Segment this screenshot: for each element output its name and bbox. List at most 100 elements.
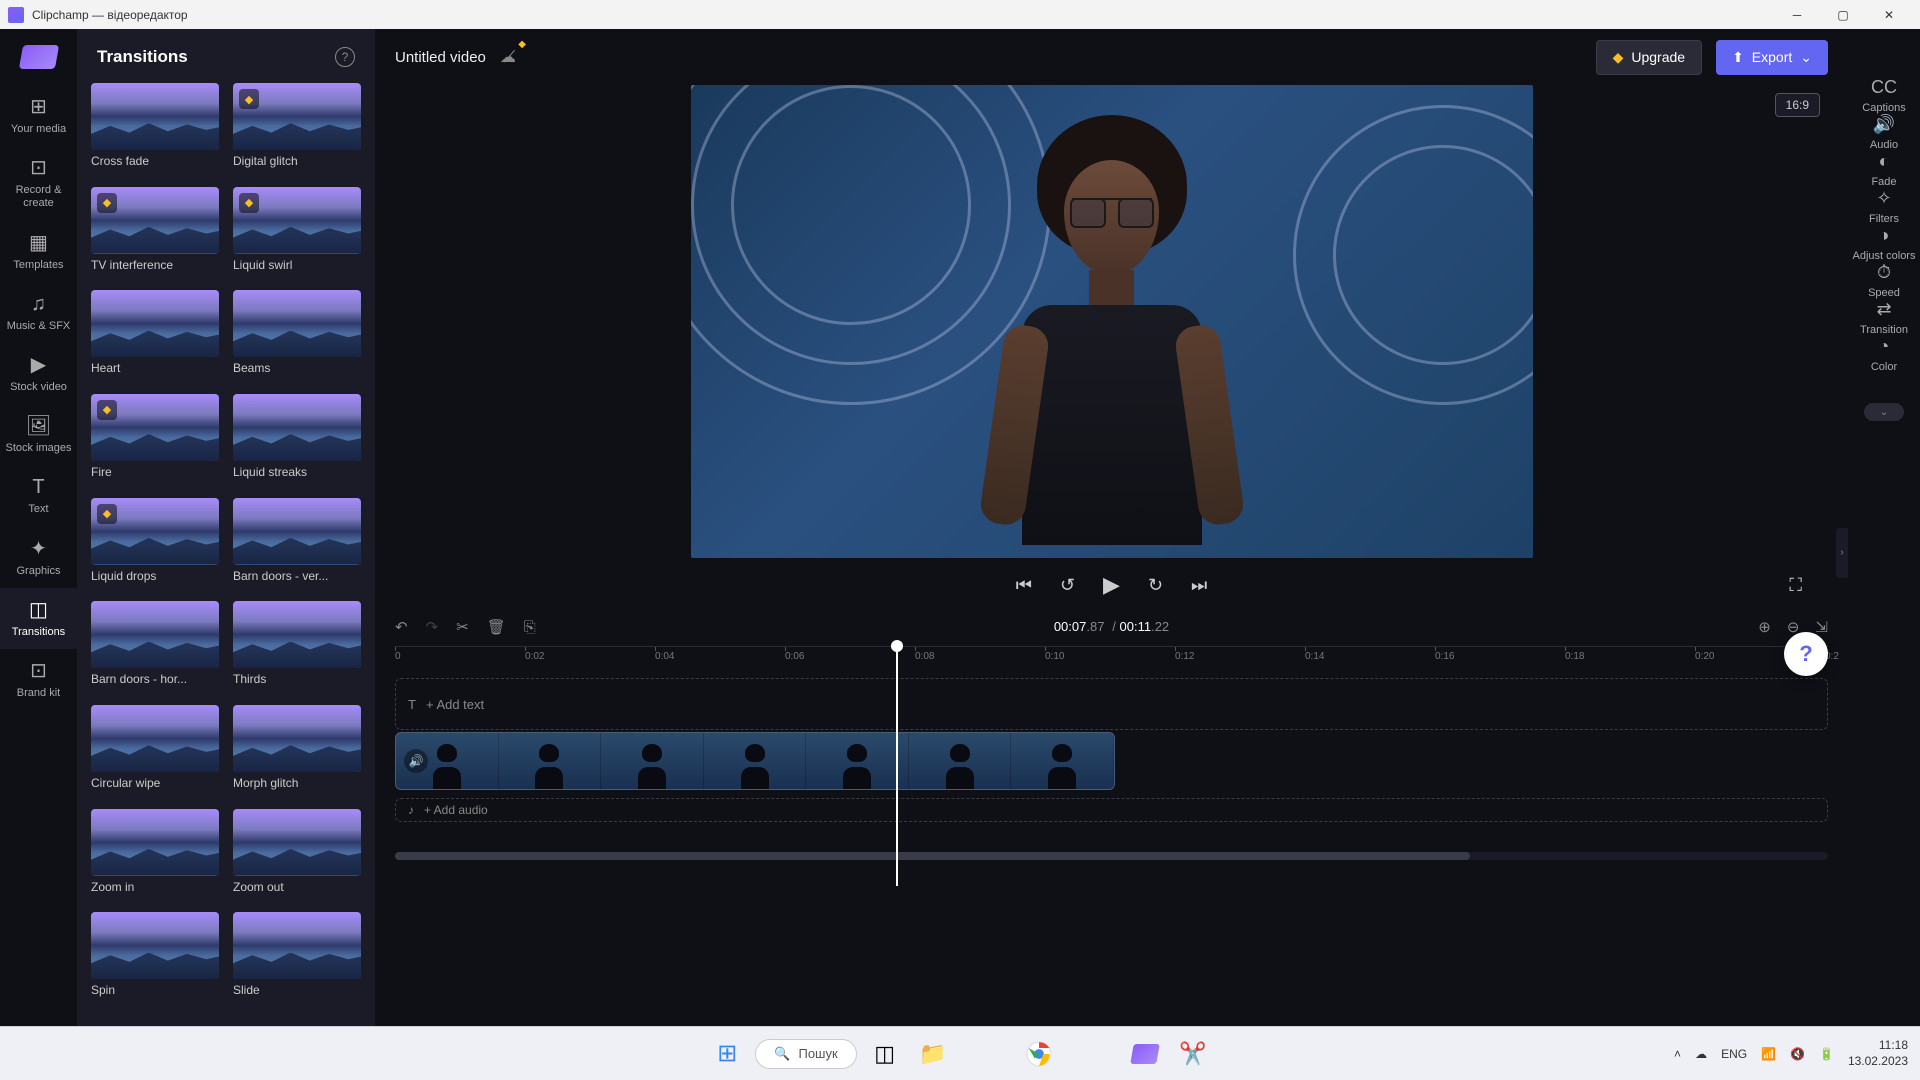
nav-icon: 🖼 — [26, 414, 51, 438]
audio-track[interactable]: ♪ + Add audio — [395, 798, 1828, 822]
export-button[interactable]: ⬆ Export ⌄ — [1716, 40, 1828, 75]
timeline-ruler[interactable]: 00:020:040:060:080:100:120:140:160:180:2… — [395, 646, 1828, 670]
premium-icon: ◆ — [97, 400, 117, 420]
help-floating-button[interactable]: ? — [1784, 632, 1828, 676]
window-close[interactable]: ✕ — [1866, 0, 1912, 29]
nav-icon: T — [32, 475, 44, 499]
window-maximize[interactable]: ▢ — [1820, 0, 1866, 29]
transition-digital-glitch[interactable]: ◆Digital glitch — [233, 83, 361, 177]
nav-transitions[interactable]: ◫Transitions — [0, 588, 77, 649]
transition-beams[interactable]: Beams — [233, 290, 361, 384]
nav-brand-kit[interactable]: ⊡Brand kit — [0, 649, 77, 710]
playback-controls: ⏮ ↺ ▶ ↻ ⏭ ⛶ — [375, 558, 1848, 612]
forward-button[interactable]: ↻ — [1148, 575, 1163, 596]
transition-tv-interference[interactable]: ◆TV interference — [91, 187, 219, 281]
transition-barn-doors-hor-[interactable]: Barn doors - hor... — [91, 601, 219, 695]
task-view-button[interactable]: ◫ — [865, 1034, 905, 1074]
right-fade[interactable]: ◐Fade — [1853, 151, 1916, 188]
right-transition[interactable]: ⇄Transition — [1853, 299, 1916, 336]
panel-title: Transitions — [97, 47, 188, 67]
clipchamp-logo[interactable] — [18, 45, 58, 69]
battery-icon[interactable]: 🔋 — [1819, 1047, 1834, 1061]
nav-your-media[interactable]: ⊞Your media — [0, 85, 77, 146]
redo-button[interactable]: ↷ — [426, 618, 439, 636]
transitions-panel: Transitions ? Cross fade◆Digital glitch◆… — [77, 29, 375, 1026]
nav-record-create[interactable]: ⊡Record & create — [0, 146, 77, 220]
transition-heart[interactable]: Heart — [91, 290, 219, 384]
nav-music-sfx[interactable]: ♫Music & SFX — [0, 282, 77, 343]
nav-text[interactable]: TText — [0, 465, 77, 526]
split-button[interactable]: ✂ — [456, 618, 469, 636]
upgrade-button[interactable]: ◆ Upgrade — [1596, 40, 1702, 75]
skip-forward-button[interactable]: ⏭ — [1191, 575, 1207, 596]
transition-liquid-drops[interactable]: ◆Liquid drops — [91, 498, 219, 592]
right-expand-toggle[interactable]: ⌄ — [1864, 403, 1904, 421]
file-explorer-button[interactable]: 📁 — [913, 1034, 953, 1074]
transition-zoom-out[interactable]: Zoom out — [233, 809, 361, 903]
chrome-button[interactable] — [1019, 1034, 1059, 1074]
language-indicator[interactable]: ENG — [1721, 1047, 1747, 1061]
nav-templates[interactable]: ▦Templates — [0, 221, 77, 282]
cloud-sync-icon[interactable]: ☁̸◆ — [500, 47, 516, 67]
duplicate-button[interactable]: ⎘ — [524, 619, 536, 636]
transition-cross-fade[interactable]: Cross fade — [91, 83, 219, 177]
timeline-scrollbar[interactable] — [395, 852, 1828, 860]
delete-button[interactable]: 🗑 — [487, 618, 506, 636]
transitions-grid: Cross fade◆Digital glitch◆TV interferenc… — [77, 79, 375, 1026]
text-track[interactable]: T + Add text — [395, 678, 1828, 730]
video-clip[interactable]: 🔊 — [395, 732, 1115, 790]
start-button[interactable]: ⊞ — [707, 1034, 747, 1074]
transition-liquid-swirl[interactable]: ◆Liquid swirl — [233, 187, 361, 281]
premium-icon: ◆ — [97, 193, 117, 213]
nav-icon: ⊞ — [30, 95, 47, 119]
transition-zoom-in[interactable]: Zoom in — [91, 809, 219, 903]
clock[interactable]: 11:18 13.02.2023 — [1848, 1038, 1908, 1069]
right-adjust-colors[interactable]: ◑Adjust colors — [1853, 225, 1916, 262]
chevron-down-icon: ⌄ — [1800, 49, 1812, 66]
volume-icon[interactable]: 🔇 — [1790, 1047, 1805, 1061]
app-icon — [8, 7, 24, 23]
premium-icon: ◆ — [239, 193, 259, 213]
clip-audio-icon[interactable]: 🔊 — [404, 749, 428, 773]
right-audio[interactable]: 🔊Audio — [1853, 114, 1916, 151]
nav-icon: ◫ — [29, 598, 48, 622]
transition-thirds[interactable]: Thirds — [233, 601, 361, 695]
transition-barn-doors-ver-[interactable]: Barn doors - ver... — [233, 498, 361, 592]
aspect-ratio-selector[interactable]: 16:9 — [1775, 93, 1820, 117]
window-minimize[interactable]: ─ — [1774, 0, 1820, 29]
transition-fire[interactable]: ◆Fire — [91, 394, 219, 488]
playhead[interactable] — [896, 646, 898, 886]
right-filters[interactable]: ✧Filters — [1853, 188, 1916, 225]
rewind-button[interactable]: ↺ — [1060, 575, 1075, 596]
help-icon[interactable]: ? — [335, 47, 355, 67]
right-captions[interactable]: CCCaptions — [1853, 77, 1916, 114]
video-preview[interactable] — [691, 85, 1533, 558]
right-collapse-toggle[interactable]: › — [1836, 528, 1848, 578]
tray-expand-icon[interactable]: ˄ — [1674, 1047, 1681, 1061]
play-button[interactable]: ▶ — [1103, 572, 1120, 598]
taskbar: ⊞ 🔍 Пошук ◫ 📁 ✂️ ˄ ☁ ENG 📶 🔇 🔋 11:18 13.… — [0, 1026, 1920, 1080]
project-title[interactable]: Untitled video — [395, 49, 486, 66]
transition-spin[interactable]: Spin — [91, 912, 219, 1006]
nav-graphics[interactable]: ✦Graphics — [0, 527, 77, 588]
taskbar-search[interactable]: 🔍 Пошук — [755, 1039, 856, 1069]
timecode: 00:07.87 / 00:11.22 — [1054, 619, 1169, 635]
system-tray: ˄ ☁ ENG 📶 🔇 🔋 11:18 13.02.2023 — [1674, 1038, 1908, 1069]
transition-morph-glitch[interactable]: Morph glitch — [233, 705, 361, 799]
zoom-in-button[interactable]: ⊕ — [1758, 618, 1771, 636]
transition-slide[interactable]: Slide — [233, 912, 361, 1006]
nav-stock-images[interactable]: 🖼Stock images — [0, 404, 77, 465]
wifi-icon[interactable]: 📶 — [1761, 1047, 1776, 1061]
right-speed[interactable]: ⏱Speed — [1853, 262, 1916, 299]
zoom-fit-button[interactable]: ⇲ — [1815, 618, 1828, 636]
fullscreen-button[interactable]: ⛶ — [1789, 575, 1802, 596]
transition-liquid-streaks[interactable]: Liquid streaks — [233, 394, 361, 488]
skip-back-button[interactable]: ⏮ — [1016, 575, 1032, 596]
onedrive-icon[interactable]: ☁ — [1695, 1047, 1707, 1061]
undo-button[interactable]: ↶ — [395, 618, 408, 636]
nav-stock-video[interactable]: ▶Stock video — [0, 343, 77, 404]
right-color[interactable]: ◔Color — [1853, 336, 1916, 373]
app-taskbar-button[interactable]: ✂️ — [1173, 1034, 1213, 1074]
transition-circular-wipe[interactable]: Circular wipe — [91, 705, 219, 799]
clipchamp-taskbar-button[interactable] — [1125, 1034, 1165, 1074]
